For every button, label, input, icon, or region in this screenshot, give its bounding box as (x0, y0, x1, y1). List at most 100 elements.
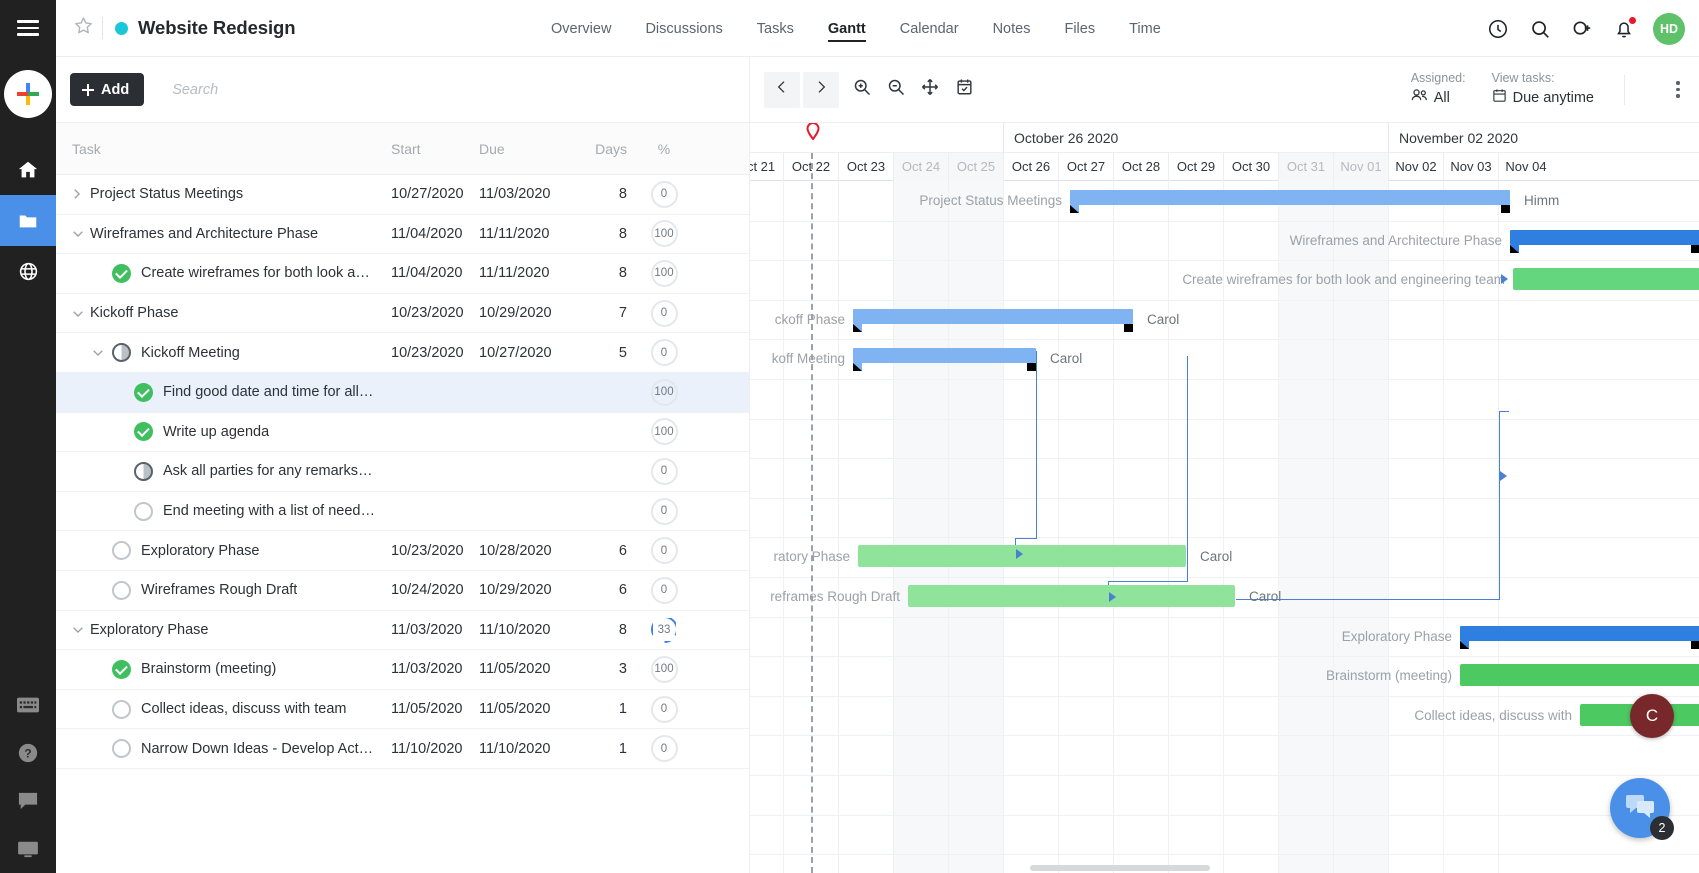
gantt-bar[interactable] (1460, 625, 1699, 649)
prev-period-button[interactable] (764, 71, 800, 108)
avatar[interactable]: HD (1653, 12, 1685, 45)
zoom-in-button[interactable] (845, 73, 879, 107)
next-period-button[interactable] (803, 71, 839, 108)
tab-calendar[interactable]: Calendar (883, 0, 976, 57)
column-header-start[interactable]: Start (391, 141, 479, 157)
table-row[interactable]: Project Status Meetings 10/27/2020 11/03/2… (56, 175, 749, 215)
today-button[interactable] (947, 73, 981, 107)
gantt-bar[interactable] (1510, 229, 1699, 253)
tab-discussions[interactable]: Discussions (628, 0, 739, 57)
row-collapse-toggle[interactable] (72, 309, 90, 318)
task-progress[interactable]: 0 (627, 576, 701, 604)
status-partial-icon[interactable] (110, 342, 132, 364)
presence-avatar[interactable]: C (1630, 694, 1674, 738)
task-progress[interactable]: 0 (627, 537, 701, 565)
zoom-out-button[interactable] (879, 73, 913, 107)
task-progress[interactable]: 0 (627, 339, 701, 367)
column-header-due[interactable]: Due (479, 141, 571, 157)
chat-fab-button[interactable]: 2 (1610, 778, 1674, 840)
task-progress[interactable]: 100 (627, 220, 701, 248)
task-progress[interactable]: 100 (627, 259, 701, 287)
favorite-star-button[interactable] (70, 15, 96, 41)
tab-notes[interactable]: Notes (976, 0, 1048, 57)
task-progress[interactable]: 100 (627, 378, 701, 406)
hamburger-menu-button[interactable] (0, 0, 56, 56)
task-progress[interactable]: 100 (627, 655, 701, 683)
task-name-cell[interactable]: End meeting with a list of need… (56, 500, 391, 522)
status-open-icon[interactable] (110, 540, 132, 562)
gantt-bar[interactable] (1513, 268, 1699, 291)
horizontal-scrollbar[interactable] (750, 861, 1699, 873)
task-progress[interactable]: 33 (627, 616, 701, 644)
table-row[interactable]: Write up agenda 100 (56, 413, 749, 453)
gantt-bar[interactable] (908, 585, 1235, 607)
column-header-task[interactable]: Task (56, 141, 391, 157)
task-progress[interactable]: 0 (627, 735, 701, 763)
task-name-cell[interactable]: Exploratory Phase (56, 622, 391, 638)
row-collapse-toggle[interactable] (72, 625, 90, 634)
table-row[interactable]: Kickoff Phase 10/23/2020 10/29/2020 7 0 (56, 294, 749, 334)
status-complete-icon[interactable] (132, 421, 154, 443)
task-progress[interactable]: 100 (627, 418, 701, 446)
task-progress[interactable]: 0 (627, 695, 701, 723)
gantt-bar[interactable] (853, 348, 1036, 372)
task-name-cell[interactable]: Create wireframes for both look a… (56, 262, 391, 284)
rail-item-help[interactable]: ? (0, 729, 56, 777)
table-row[interactable]: Exploratory Phase 10/23/2020 10/28/2020 6 0 (56, 531, 749, 571)
task-name-cell[interactable]: Narrow Down Ideas - Develop Act… (56, 738, 391, 760)
row-collapse-toggle[interactable] (72, 229, 90, 238)
task-name-cell[interactable]: Write up agenda (56, 421, 391, 443)
task-name-cell[interactable]: Brainstorm (meeting) (56, 658, 391, 680)
task-progress[interactable]: 0 (627, 497, 701, 525)
tab-time[interactable]: Time (1112, 0, 1178, 57)
task-name-cell[interactable]: Project Status Meetings (56, 186, 391, 202)
scrollbar-thumb[interactable] (1030, 865, 1210, 871)
table-row[interactable]: Wireframes Rough Draft 10/24/2020 10/29/20… (56, 571, 749, 611)
rail-item-keyboard[interactable] (0, 681, 56, 729)
search-icon[interactable] (1527, 16, 1553, 42)
status-open-icon[interactable] (110, 738, 132, 760)
task-name-cell[interactable]: Find good date and time for all… (56, 381, 391, 403)
status-partial-icon[interactable] (132, 460, 154, 482)
view-tasks-filter[interactable]: View tasks: Due anytime (1492, 71, 1594, 109)
column-header-percent[interactable]: % (627, 141, 701, 157)
gantt-bar[interactable] (853, 308, 1133, 332)
global-add-button[interactable] (4, 70, 52, 118)
gantt-bar[interactable] (1070, 190, 1510, 213)
task-name-cell[interactable]: Kickoff Phase (56, 305, 391, 321)
table-row[interactable]: Ask all parties for any remarks… 0 (56, 452, 749, 492)
table-row[interactable]: Brainstorm (meeting) 11/03/2020 11/05/2020… (56, 650, 749, 690)
add-person-icon[interactable] (1569, 16, 1595, 42)
task-name-cell[interactable]: Wireframes and Architecture Phase (56, 226, 391, 242)
task-name-cell[interactable]: Exploratory Phase (56, 540, 391, 562)
table-row[interactable]: Find good date and time for all… 100 (56, 372, 749, 413)
row-collapse-toggle[interactable] (92, 348, 110, 357)
tab-gantt[interactable]: Gantt (811, 0, 883, 57)
tab-tasks[interactable]: Tasks (740, 0, 811, 57)
add-button[interactable]: Add (70, 73, 145, 106)
task-progress[interactable]: 0 (627, 299, 701, 327)
task-name-cell[interactable]: Ask all parties for any remarks… (56, 460, 391, 482)
rail-item-home[interactable] (0, 144, 56, 195)
table-row[interactable]: Narrow Down Ideas - Develop Act… 11/10/20… (56, 729, 749, 769)
table-row[interactable]: End meeting with a list of need… 0 (56, 492, 749, 532)
table-row[interactable]: Collect ideas, discuss with team 11/05/20… (56, 690, 749, 730)
rail-item-chat[interactable] (0, 777, 56, 825)
table-row[interactable]: Exploratory Phase 11/03/2020 11/10/2020 8 33 (56, 611, 749, 651)
status-complete-icon[interactable] (110, 262, 132, 284)
task-name-cell[interactable]: Collect ideas, discuss with team (56, 698, 391, 720)
clock-icon[interactable] (1485, 16, 1511, 42)
task-progress[interactable]: 0 (627, 180, 701, 208)
fit-to-screen-button[interactable] (913, 73, 947, 107)
task-name-cell[interactable]: Kickoff Meeting (56, 342, 391, 364)
assigned-filter[interactable]: Assigned: All (1411, 71, 1466, 108)
task-progress[interactable]: 0 (627, 457, 701, 485)
tab-overview[interactable]: Overview (534, 0, 628, 57)
status-open-icon[interactable] (110, 579, 132, 601)
status-open-icon[interactable] (110, 698, 132, 720)
table-row[interactable]: Wireframes and Architecture Phase 11/04/2… (56, 215, 749, 255)
status-complete-icon[interactable] (110, 658, 132, 680)
column-header-days[interactable]: Days (571, 141, 627, 157)
kebab-menu-icon[interactable] (1663, 73, 1693, 107)
table-row[interactable]: Kickoff Meeting 10/23/2020 10/27/2020 5 0 (56, 333, 749, 373)
